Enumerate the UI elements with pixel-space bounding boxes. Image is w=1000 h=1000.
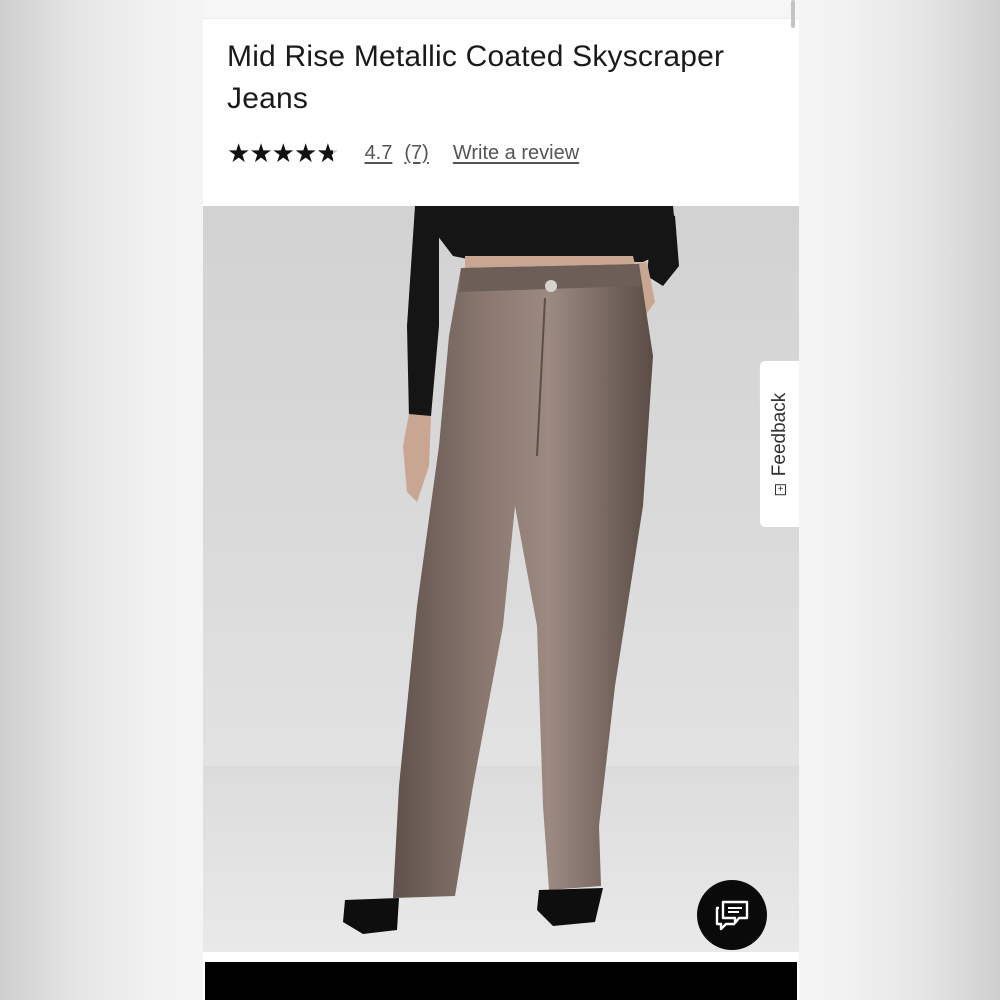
star-icon: ★ — [271, 138, 295, 168]
scrollbar[interactable] — [791, 0, 795, 28]
plus-box-icon: + — [774, 484, 785, 496]
rating-value[interactable]: 4.7 — [365, 142, 393, 165]
rating-row: ★ ★ ★ ★ ★ ★ 4.7 (7) Write a review — [227, 138, 579, 168]
feedback-label: Feedback — [768, 392, 790, 477]
star-icon: ★ — [249, 138, 273, 168]
write-review-link[interactable]: Write a review — [453, 142, 579, 165]
star-partial-icon: ★ ★ — [316, 138, 340, 168]
feedback-tab[interactable]: + Feedback — [759, 360, 799, 528]
chat-button[interactable] — [697, 880, 767, 950]
bottom-action-bar[interactable] — [205, 962, 797, 1000]
star-icon: ★ — [227, 138, 251, 168]
product-title: Mid Rise Metallic Coated Skyscraper Jean… — [227, 40, 725, 115]
product-page: Mid Rise Metallic Coated Skyscraper Jean… — [203, 0, 799, 1000]
review-count[interactable]: (7) — [404, 142, 428, 165]
header-strip — [203, 0, 799, 19]
chat-bubbles-icon — [715, 900, 749, 931]
star-icon: ★ — [293, 138, 318, 168]
feedback-label-wrap: + Feedback — [768, 392, 791, 496]
model-illustration — [203, 206, 799, 952]
product-image[interactable] — [203, 206, 799, 952]
star-rating[interactable]: ★ ★ ★ ★ ★ ★ — [227, 138, 340, 168]
